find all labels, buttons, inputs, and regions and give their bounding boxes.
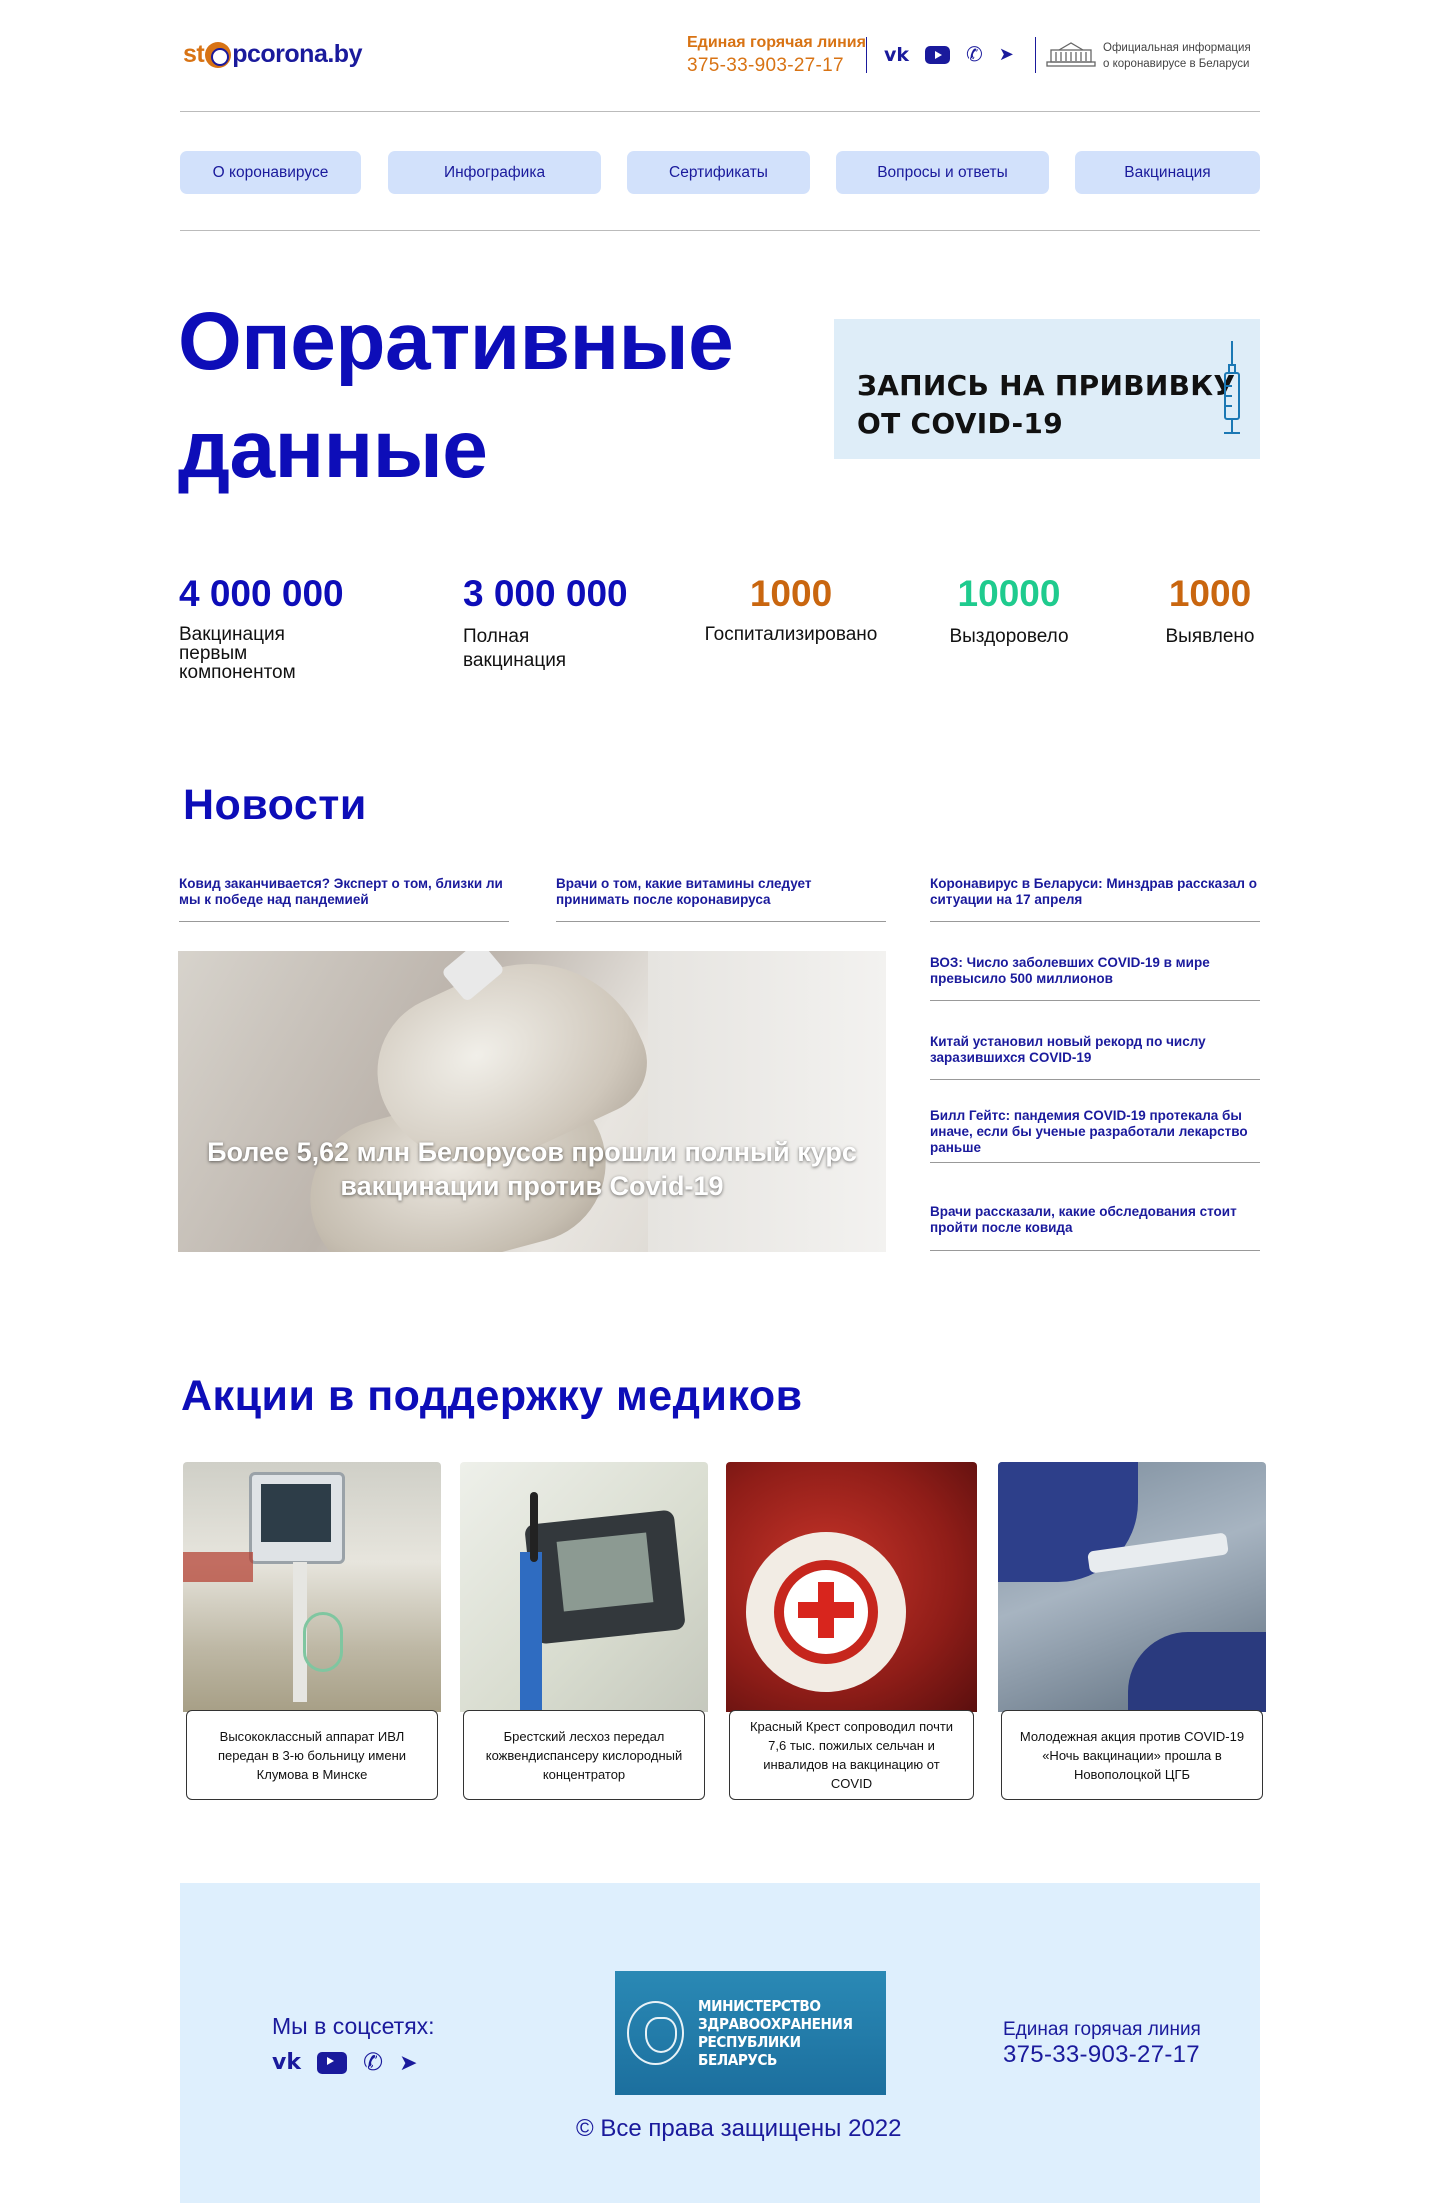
page-title-line2: данные xyxy=(178,404,488,495)
nav-divider-line xyxy=(180,230,1260,231)
viber-icon[interactable]: ✆ xyxy=(966,42,983,67)
official-info-line1: Официальная информация xyxy=(1103,42,1251,54)
hotline-phone[interactable]: 375-33-903-27-17 xyxy=(687,55,866,77)
stat-label: Вакцинация первым компонентом xyxy=(179,624,296,683)
hotline-title: Единая горячая линия xyxy=(687,34,866,51)
news-divider xyxy=(930,1079,1260,1080)
footer-hotline[interactable]: Единая горячая линия 375-33-903-27-17 xyxy=(1003,2019,1201,2069)
footer-hotline-phone[interactable]: 375-33-903-27-17 xyxy=(1003,2041,1201,2069)
vk-icon[interactable]: vk xyxy=(884,44,909,66)
official-info-text: Официальная информация о коронавирусе в … xyxy=(1103,40,1251,72)
ministry-line3: РЕСПУБЛИКИ БЕЛАРУСЬ xyxy=(698,2033,801,2069)
action-card-caption: Молодежная акция против COVID-19 «Ночь в… xyxy=(1001,1710,1263,1800)
stat-label: Полная вакцинация xyxy=(463,626,567,671)
news-item[interactable]: Ковид заканчивается? Эксперт о том, близ… xyxy=(179,876,509,908)
belarus-emblem-icon xyxy=(627,2001,685,2065)
stat-detected: 1000 Выявлено xyxy=(1160,573,1260,646)
government-building-icon xyxy=(1046,42,1096,67)
stat-value: 10000 xyxy=(957,573,1061,614)
syringe-icon xyxy=(1224,341,1240,434)
action-card[interactable]: Высококлассный аппарат ИВЛ передан в 3-ю… xyxy=(183,1462,441,1800)
youtube-icon[interactable] xyxy=(925,45,951,64)
stat-label: Выявлено xyxy=(1165,626,1255,647)
logo-text-start: st xyxy=(183,40,205,68)
stat-value: 1000 xyxy=(1168,573,1252,614)
vaccination-signup-banner[interactable]: ЗАПИСЬ НА ПРИВИВКУ ОТ COVID-19 xyxy=(834,319,1260,459)
nav-certificates[interactable]: Сертификаты xyxy=(627,151,810,194)
nav-about-coronavirus[interactable]: О коронавирусе xyxy=(180,151,361,194)
vaccination-image xyxy=(998,1462,1266,1712)
logo-text-end: pcorona.by xyxy=(232,40,362,68)
news-divider xyxy=(930,1162,1260,1163)
nav-faq[interactable]: Вопросы и ответы xyxy=(836,151,1049,194)
footer-hotline-title: Единая горячая линия xyxy=(1003,2019,1201,2040)
virus-logo-icon xyxy=(205,41,232,68)
action-card[interactable]: Красный Крест сопроводил почти 7,6 тыс. … xyxy=(726,1462,977,1800)
vk-icon[interactable]: vk xyxy=(272,2050,301,2075)
viber-icon[interactable]: ✆ xyxy=(363,2048,383,2077)
action-card[interactable]: Молодежная акция против COVID-19 «Ночь в… xyxy=(998,1462,1266,1800)
stat-recovered: 10000 Выздоровело xyxy=(944,573,1074,646)
news-divider xyxy=(179,921,509,922)
news-item[interactable]: Коронавирус в Беларуси: Минздрав рассказ… xyxy=(930,876,1260,908)
stat-hospitalized: 1000 Госпитализировано xyxy=(698,573,884,644)
oxygen-concentrator-image xyxy=(460,1462,708,1712)
header-social-links: vk ✆ ➤ xyxy=(884,42,1014,67)
ministry-of-health-logo[interactable]: МИНИСТЕРСТВО ЗДРАВООХРАНЕНИЯ РЕСПУБЛИКИ … xyxy=(615,1971,886,2095)
featured-news[interactable]: Более 5,62 млн Белорусов прошли полный к… xyxy=(178,951,886,1252)
news-section-title: Новости xyxy=(183,781,367,829)
ministry-name: МИНИСТЕРСТВО ЗДРАВООХРАНЕНИЯ РЕСПУБЛИКИ … xyxy=(698,1997,863,2069)
stat-label: Госпитализировано xyxy=(704,624,878,645)
header-divider-line xyxy=(180,111,1260,112)
action-card[interactable]: Брестский лесхоз передал кожвендиспансер… xyxy=(460,1462,708,1800)
news-item[interactable]: Врачи о том, какие витамины следует прин… xyxy=(556,876,886,908)
telegram-icon[interactable]: ➤ xyxy=(399,2050,417,2076)
action-card-caption: Красный Крест сопроводил почти 7,6 тыс. … xyxy=(729,1710,974,1800)
news-item[interactable]: Китай установил новый рекорд по числу за… xyxy=(930,1034,1260,1066)
header-hotline[interactable]: Единая горячая линия 375-33-903-27-17 xyxy=(687,34,866,77)
red-cross-image xyxy=(726,1462,977,1712)
header-divider xyxy=(1035,37,1036,73)
stat-vaccinated-first: 4 000 000 Вакцинация первым компонентом xyxy=(179,573,344,682)
ministry-line1: МИНИСТЕРСТВО xyxy=(698,1997,821,2015)
footer-social-title: Мы в соцсетях: xyxy=(272,2013,435,2039)
action-card-caption: Брестский лесхоз передал кожвендиспансер… xyxy=(463,1710,705,1800)
news-item[interactable]: ВОЗ: Число заболевших COVID-19 в мире пр… xyxy=(930,955,1260,987)
nav-infographics[interactable]: Инфографика xyxy=(388,151,601,194)
featured-news-headline: Более 5,62 млн Белорусов прошли полный к… xyxy=(207,1137,857,1201)
actions-section-title: Акции в поддержку медиков xyxy=(181,1372,803,1420)
banner-line1: ЗАПИСЬ НА ПРИВИВКУ xyxy=(857,369,1236,402)
page-title-line1: Оперативные xyxy=(178,296,734,387)
news-divider xyxy=(930,1000,1260,1001)
footer-social-links: vk ✆ ➤ xyxy=(272,2048,418,2077)
stat-value: 1000 xyxy=(749,573,833,614)
news-divider xyxy=(556,921,886,922)
header-divider xyxy=(866,37,867,73)
banner-line2: ОТ COVID-19 xyxy=(857,407,1063,440)
banner-text: ЗАПИСЬ НА ПРИВИВКУ ОТ COVID-19 xyxy=(857,367,1235,443)
telegram-icon[interactable]: ➤ xyxy=(999,44,1014,65)
action-card-caption: Высококлассный аппарат ИВЛ передан в 3-ю… xyxy=(186,1710,438,1800)
copyright: © Все права защищены 2022 xyxy=(576,2115,902,2142)
ministry-line2: ЗДРАВООХРАНЕНИЯ xyxy=(698,2015,853,2033)
stat-value: 4 000 000 xyxy=(179,573,344,614)
nav-vaccination[interactable]: Вакцинация xyxy=(1075,151,1260,194)
stat-vaccinated-full: 3 000 000 Полная вакцинация xyxy=(463,573,628,673)
lab-coat-background xyxy=(648,951,886,1252)
news-divider xyxy=(930,921,1260,922)
stat-label: Выздоровело xyxy=(949,626,1069,647)
page-title: Оперативные данные xyxy=(178,288,734,504)
news-item[interactable]: Билл Гейтс: пандемия COVID-19 протекала … xyxy=(930,1108,1260,1156)
official-info-line2: о коронавирусе в Беларуси xyxy=(1103,58,1250,70)
ventilator-image xyxy=(183,1462,441,1712)
news-item[interactable]: Врачи рассказали, какие обследования сто… xyxy=(930,1204,1260,1236)
news-divider xyxy=(930,1250,1260,1251)
site-logo[interactable]: st pcorona.by xyxy=(183,40,362,69)
youtube-icon[interactable] xyxy=(316,2051,347,2074)
stat-value: 3 000 000 xyxy=(463,573,628,614)
